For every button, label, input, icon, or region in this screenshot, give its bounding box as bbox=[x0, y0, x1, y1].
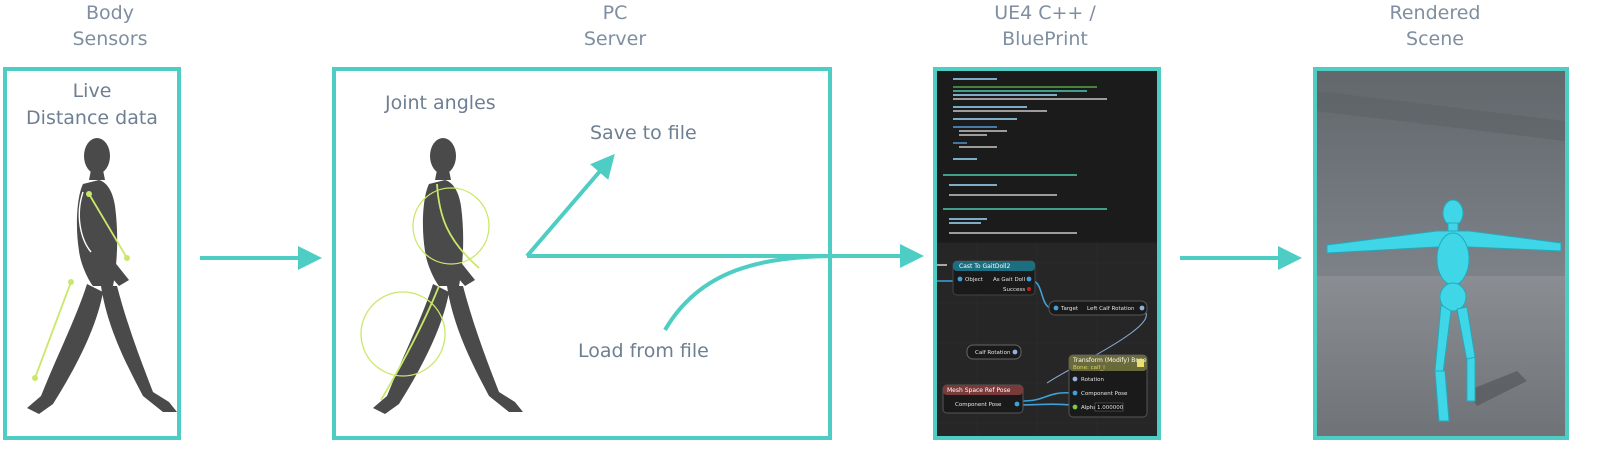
blueprint-panel: Cast To GaitDoll2 Object As Gait Doll 2 … bbox=[933, 67, 1161, 440]
target-out: Left Calf Rotation bbox=[1087, 306, 1135, 312]
rendered-panel bbox=[1313, 67, 1569, 440]
heading-ue4: UE4 C++ / BluePrint bbox=[994, 2, 1096, 50]
heading-pc-server: PC Server bbox=[583, 2, 647, 50]
target-node: Target Left Calf Rotation bbox=[1048, 300, 1148, 316]
cast-pin-as: As Gait Doll 2 bbox=[993, 277, 1030, 283]
target-pin: Target bbox=[1060, 306, 1079, 312]
cast-pin-object: Object bbox=[965, 277, 984, 283]
mesh-node-title: Mesh Space Ref Pose bbox=[947, 387, 1011, 394]
live-distance-label: Live Distance data bbox=[26, 80, 158, 129]
transform-pin-pose: Component Pose bbox=[1081, 391, 1128, 397]
cast-node-title: Cast To GaitDoll2 bbox=[959, 263, 1010, 270]
rendered-scene-view bbox=[1317, 71, 1565, 436]
code-lines bbox=[943, 78, 1107, 234]
transform-alpha-value: 1.000000 bbox=[1097, 405, 1124, 411]
heading-body-sensors: Body Sensors bbox=[72, 2, 148, 50]
server-panel bbox=[332, 67, 832, 440]
joint-angles-label: Joint angles bbox=[385, 92, 496, 114]
calf-node: Calf Rotation bbox=[966, 344, 1022, 360]
cast-node: Cast To GaitDoll2 Object As Gait Doll 2 … bbox=[952, 260, 1036, 296]
calf-node-title: Calf Rotation bbox=[975, 350, 1011, 356]
mesh-node: Mesh Space Ref Pose Component Pose bbox=[942, 384, 1024, 414]
blueprint-graph: Cast To GaitDoll2 Object As Gait Doll 2 … bbox=[937, 243, 1157, 436]
cast-pin-success: Success bbox=[1003, 287, 1025, 293]
blueprint-nodes: Cast To GaitDoll2 Object As Gait Doll 2 … bbox=[937, 243, 1157, 436]
transform-node: Transform (Modify) Bone Bone: calf_l Rot… bbox=[1068, 354, 1148, 418]
transform-pin-alpha: Alpha bbox=[1081, 405, 1097, 411]
transform-node-subtitle: Bone: calf_l bbox=[1073, 365, 1105, 371]
save-to-file-label: Save to file bbox=[590, 122, 697, 144]
heading-rendered-scene: Rendered Scene bbox=[1389, 2, 1481, 50]
mesh-pin-pose: Component Pose bbox=[955, 402, 1002, 408]
transform-node-title: Transform (Modify) Bone bbox=[1072, 357, 1147, 364]
transform-pin-rotation: Rotation bbox=[1081, 377, 1105, 383]
code-editor bbox=[937, 71, 1157, 241]
load-from-file-label: Load from file bbox=[578, 340, 709, 362]
